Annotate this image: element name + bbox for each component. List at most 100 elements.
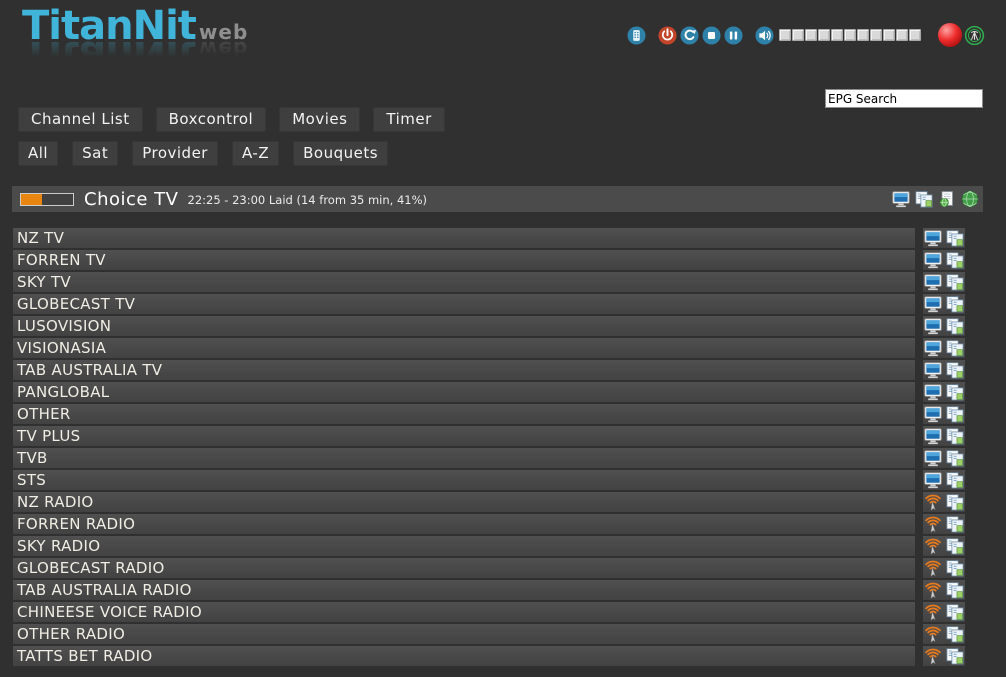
channel-row[interactable]: NZ RADIO <box>13 492 965 512</box>
tv-icon[interactable] <box>924 450 942 467</box>
power-icon[interactable] <box>658 26 677 45</box>
epg-list-icon[interactable] <box>946 516 964 533</box>
tv-icon[interactable] <box>924 384 942 401</box>
channel-row[interactable]: TAB AUSTRALIA RADIO <box>13 580 965 600</box>
nav-a-z[interactable]: A-Z <box>232 141 279 166</box>
channel-name[interactable]: SKY RADIO <box>13 536 915 556</box>
channel-name[interactable]: STS <box>13 470 915 490</box>
monitor-icon[interactable] <box>891 189 911 209</box>
channel-row[interactable]: VISIONASIA <box>13 338 965 358</box>
pause-icon[interactable] <box>724 26 743 45</box>
epg-list-icon[interactable] <box>946 252 964 269</box>
record-icon[interactable] <box>938 23 962 47</box>
channel-row[interactable]: NZ TV <box>13 228 965 248</box>
epg-list-icon[interactable] <box>946 648 964 665</box>
radio-icon[interactable] <box>924 604 942 621</box>
volume-icon[interactable] <box>755 26 774 45</box>
tv-icon[interactable] <box>924 428 942 445</box>
channel-row[interactable]: OTHER <box>13 404 965 424</box>
channel-name[interactable]: NZ RADIO <box>13 492 915 512</box>
epg-list-icon[interactable] <box>946 560 964 577</box>
nav-timer[interactable]: Timer <box>373 107 444 132</box>
channel-row[interactable]: PANGLOBAL <box>13 382 965 402</box>
volume-segment[interactable] <box>870 29 882 41</box>
epg-list-icon[interactable] <box>946 384 964 401</box>
tv-icon[interactable] <box>924 252 942 269</box>
radio-icon[interactable] <box>924 516 942 533</box>
epg-list-icon[interactable] <box>946 362 964 379</box>
channel-name[interactable]: CHINEESE VOICE RADIO <box>13 602 915 622</box>
volume-segment[interactable] <box>896 29 908 41</box>
epg-list-icon[interactable] <box>946 274 964 291</box>
channel-name[interactable]: TAB AUSTRALIA RADIO <box>13 580 915 600</box>
radio-icon[interactable] <box>924 494 942 511</box>
volume-segment[interactable] <box>779 29 791 41</box>
channel-name[interactable]: NZ TV <box>13 228 915 248</box>
channel-name[interactable]: OTHER RADIO <box>13 624 915 644</box>
channel-row[interactable]: GLOBECAST RADIO <box>13 558 965 578</box>
refresh-icon[interactable] <box>680 26 699 45</box>
radio-icon[interactable] <box>924 648 942 665</box>
channel-name[interactable]: TAB AUSTRALIA TV <box>13 360 915 380</box>
tv-icon[interactable] <box>924 406 942 423</box>
volume-segment[interactable] <box>909 29 921 41</box>
channel-row[interactable]: TATTS BET RADIO <box>13 646 965 666</box>
tv-icon[interactable] <box>924 318 942 335</box>
epg-list-icon[interactable] <box>946 538 964 555</box>
volume-segment[interactable] <box>792 29 804 41</box>
radio-icon[interactable] <box>924 582 942 599</box>
channel-row[interactable]: TVB <box>13 448 965 468</box>
channel-row[interactable]: TAB AUSTRALIA TV <box>13 360 965 380</box>
tv-icon[interactable] <box>924 274 942 291</box>
radio-icon[interactable] <box>924 626 942 643</box>
channel-row[interactable]: SKY TV <box>13 272 965 292</box>
signal-icon[interactable] <box>964 24 985 47</box>
volume-segment[interactable] <box>805 29 817 41</box>
epg-page-icon[interactable] <box>937 189 957 209</box>
channel-name[interactable]: GLOBECAST RADIO <box>13 558 915 578</box>
nav-bouquets[interactable]: Bouquets <box>293 141 388 166</box>
tv-icon[interactable] <box>924 230 942 247</box>
radio-icon[interactable] <box>924 560 942 577</box>
channel-row[interactable]: FORREN TV <box>13 250 965 270</box>
epg-search-input[interactable] <box>825 89 983 108</box>
channel-name[interactable]: VISIONASIA <box>13 338 915 358</box>
channel-name[interactable]: LUSOVISION <box>13 316 915 336</box>
channel-name[interactable]: TVB <box>13 448 915 468</box>
tv-icon[interactable] <box>924 362 942 379</box>
channel-name[interactable]: SKY TV <box>13 272 915 292</box>
nav-movies[interactable]: Movies <box>279 107 360 132</box>
epg-list-icon[interactable] <box>946 340 964 357</box>
tv-icon[interactable] <box>924 472 942 489</box>
epg-list-icon[interactable] <box>946 626 964 643</box>
globe-icon[interactable] <box>960 189 980 209</box>
channel-name[interactable]: TATTS BET RADIO <box>13 646 915 666</box>
epg-list-icon[interactable] <box>946 450 964 467</box>
volume-segment[interactable] <box>818 29 830 41</box>
radio-icon[interactable] <box>924 538 942 555</box>
epg-list-icon[interactable] <box>946 582 964 599</box>
channel-row[interactable]: GLOBECAST TV <box>13 294 965 314</box>
tv-icon[interactable] <box>924 340 942 357</box>
volume-segment[interactable] <box>831 29 843 41</box>
epg-list-icon[interactable] <box>946 428 964 445</box>
volume-segment[interactable] <box>844 29 856 41</box>
nav-boxcontrol[interactable]: Boxcontrol <box>156 107 267 132</box>
epg-list-icon[interactable] <box>946 230 964 247</box>
channel-name[interactable]: FORREN TV <box>13 250 915 270</box>
channel-name[interactable]: TV PLUS <box>13 426 915 446</box>
epg-list-icon[interactable] <box>946 494 964 511</box>
channel-name[interactable]: FORREN RADIO <box>13 514 915 534</box>
channel-name[interactable]: PANGLOBAL <box>13 382 915 402</box>
epg-list-icon[interactable] <box>946 406 964 423</box>
epg-list-icon[interactable] <box>946 296 964 313</box>
channel-row[interactable]: SKY RADIO <box>13 536 965 556</box>
nav-all[interactable]: All <box>18 141 58 166</box>
remote-icon[interactable] <box>627 26 646 45</box>
channel-row[interactable]: OTHER RADIO <box>13 624 965 644</box>
channel-name[interactable]: OTHER <box>13 404 915 424</box>
tv-icon[interactable] <box>924 296 942 313</box>
nav-sat[interactable]: Sat <box>72 141 118 166</box>
channel-row[interactable]: CHINEESE VOICE RADIO <box>13 602 965 622</box>
epg-list-icon[interactable] <box>946 604 964 621</box>
